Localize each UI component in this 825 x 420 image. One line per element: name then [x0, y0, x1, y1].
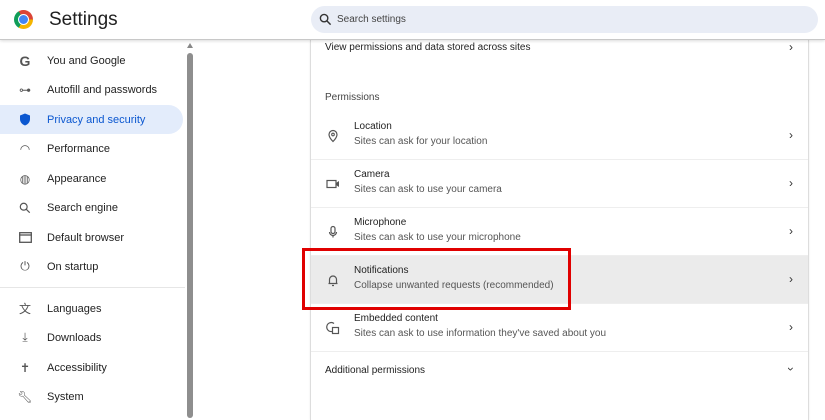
view-permissions-label: View permissions and data stored across … — [325, 42, 531, 53]
accessibility-icon: ✝ — [19, 360, 31, 375]
permission-title: Microphone — [354, 217, 407, 228]
additional-permissions-row[interactable]: Additional permissions › — [311, 352, 808, 390]
privacy-card: View permissions and data stored across … — [310, 40, 809, 420]
permission-subtitle: Sites can ask to use your microphone — [354, 232, 521, 243]
sidebar-item-languages[interactable]: 文 Languages — [0, 294, 183, 323]
search-placeholder: Search settings — [337, 14, 406, 25]
wrench-icon: 🔧︎ — [17, 389, 33, 404]
permissions-heading: Permissions — [311, 91, 808, 105]
permission-subtitle: Sites can ask for your location — [354, 136, 488, 147]
sidebar-scrollbar[interactable] — [187, 41, 194, 418]
scrollbar-thumb[interactable] — [187, 53, 193, 418]
sidebar-item-label: Languages — [47, 302, 102, 315]
sidebar-item-label: System — [47, 390, 84, 403]
sidebar-item-label: Search engine — [47, 201, 118, 214]
sidebar-item-system[interactable]: 🔧︎ System — [0, 382, 183, 411]
page-title: Settings — [49, 9, 118, 30]
sidebar-item-label: You and Google — [47, 54, 126, 67]
permission-row-camera[interactable]: Camera Sites can ask to use your camera … — [311, 160, 808, 208]
view-permissions-row[interactable]: View permissions and data stored across … — [311, 40, 808, 60]
download-icon: ⤓ — [22, 330, 28, 344]
translate-icon: 文 — [18, 302, 31, 316]
permission-subtitle: Sites can ask to use information they've… — [354, 328, 607, 339]
highlight-annotation-box — [302, 248, 571, 310]
location-pin-icon — [328, 129, 338, 143]
header: Settings Search settings — [0, 0, 825, 40]
sidebar-item-you-and-google[interactable]: G You and Google — [0, 46, 183, 75]
sidebar-item-on-startup[interactable]: ⏻ On startup — [0, 252, 183, 281]
chrome-logo-icon — [14, 10, 33, 29]
palette-icon: ◍ — [19, 171, 31, 186]
chevron-right-icon: › — [789, 176, 793, 190]
sidebar-item-performance[interactable]: ◠ Performance — [0, 134, 183, 163]
sidebar-item-label: Autofill and passwords — [47, 83, 158, 96]
google-icon: G — [19, 52, 31, 69]
sidebar-item-default-browser[interactable]: Default browser — [0, 223, 183, 252]
sidebar-item-appearance[interactable]: ◍ Appearance — [0, 164, 183, 193]
camera-icon — [326, 179, 339, 189]
microphone-icon — [328, 225, 338, 238]
embedded-content-icon — [326, 321, 340, 335]
sidebar: G You and Google ⊶ Autofill and passwords … — [0, 41, 185, 413]
sidebar-item-downloads[interactable]: ⤓ Downloads — [0, 323, 183, 352]
permission-subtitle: Sites can ask to use your camera — [354, 184, 502, 195]
chevron-right-icon: › — [789, 272, 793, 286]
chevron-right-icon: › — [789, 320, 793, 334]
permission-row-location[interactable]: Location Sites can ask for your location… — [311, 112, 808, 160]
sidebar-item-label: Privacy and security — [47, 113, 146, 126]
sidebar-item-search-engine[interactable]: Search engine — [0, 193, 183, 222]
search-input[interactable]: Search settings — [311, 6, 818, 33]
key-icon: ⊶ — [19, 82, 31, 97]
browser-icon — [18, 231, 32, 245]
sidebar-item-label: Appearance — [47, 172, 107, 185]
permission-title: Camera — [354, 169, 390, 180]
search-icon — [319, 13, 332, 26]
sidebar-item-label: Accessibility — [47, 361, 107, 374]
sidebar-item-label: Default browser — [47, 231, 125, 244]
chevron-right-icon: › — [789, 40, 793, 54]
sidebar-item-privacy[interactable]: Privacy and security — [0, 105, 183, 134]
permission-row-embedded-content[interactable]: Embedded content Sites can ask to use in… — [311, 304, 808, 352]
scroll-up-arrow-icon[interactable] — [187, 43, 193, 48]
permissions-heading-text: Permissions — [325, 92, 380, 103]
sidebar-item-label: Downloads — [47, 331, 102, 344]
sidebar-item-autofill[interactable]: ⊶ Autofill and passwords — [0, 75, 183, 104]
sidebar-item-accessibility[interactable]: ✝ Accessibility — [0, 353, 183, 382]
chevron-right-icon: › — [789, 128, 793, 142]
sidebar-item-label: Performance — [47, 142, 110, 155]
permission-title: Embedded content — [354, 313, 438, 324]
sidebar-divider — [0, 287, 185, 288]
additional-permissions-label: Additional permissions — [325, 365, 426, 376]
gauge-icon: ◠ — [19, 141, 31, 156]
search-icon — [18, 201, 32, 215]
power-icon: ⏻ — [20, 259, 30, 273]
chevron-right-icon: › — [789, 224, 793, 238]
shield-icon — [18, 113, 32, 127]
permission-title: Location — [354, 121, 392, 132]
chevron-down-icon: › — [784, 367, 798, 371]
sidebar-item-label: On startup — [47, 260, 99, 273]
